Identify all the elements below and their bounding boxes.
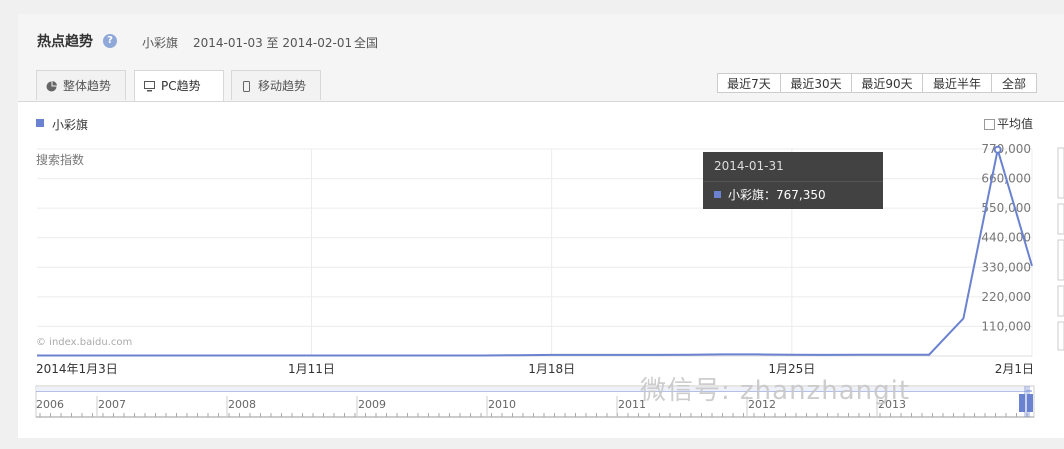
x-tick-label: 2月1日 [995,362,1034,376]
series-points [993,145,1002,154]
source-watermark: © index.baidu.com [36,337,133,348]
wechat-watermark: 微信号: zhanzhangit [640,376,911,406]
y-tick-label: 770,000 [981,142,1031,156]
timeline-year-label: 2009 [358,398,386,411]
y-tick-label: 110,000 [981,319,1031,333]
tooltip-divider [703,181,883,182]
y-axis-label: 搜索指数 [36,153,85,167]
x-tick-label: 1月11日 [288,362,335,376]
y-tick-label: 220,000 [981,290,1031,304]
tooltip-swatch [714,191,721,198]
data-point [993,145,1002,154]
x-tick-label: 2014年1月3日 [36,362,118,376]
tooltip-value: 小彩旗：767,350 [728,188,826,202]
timeline-year-label: 2008 [228,398,256,411]
y-tick-label: 330,000 [981,260,1031,274]
timeline-year-label: 2006 [36,398,64,411]
y-tick-label: 550,000 [981,201,1031,215]
timeline-year-label: 2007 [98,398,126,411]
x-tick-label: 1月18日 [528,362,575,376]
timeline-selection [1024,386,1030,417]
tooltip-date: 2014-01-31 [714,159,784,173]
tooltip: 2014-01-31 小彩旗：767,350 [703,152,883,209]
timeline-year-label: 2010 [488,398,516,411]
